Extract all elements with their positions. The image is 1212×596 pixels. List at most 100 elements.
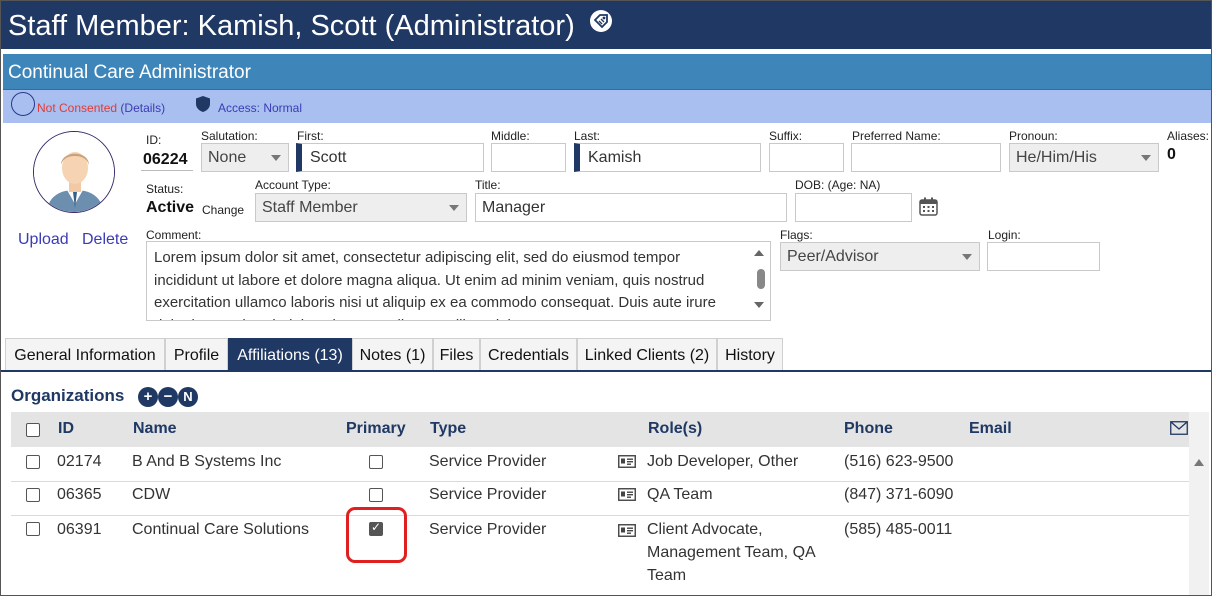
- tab-history[interactable]: History: [717, 338, 783, 370]
- tab-general-information[interactable]: General Information: [5, 338, 165, 370]
- chevron-down-icon: [449, 205, 459, 211]
- last-name-field[interactable]: Kamish: [574, 143, 761, 172]
- contact-card-icon[interactable]: [618, 455, 636, 468]
- tab-credentials[interactable]: Credentials: [480, 338, 577, 370]
- shield-icon: [195, 95, 211, 116]
- salutation-select[interactable]: None: [201, 143, 289, 172]
- role-subtitle: Continual Care Administrator: [8, 62, 251, 83]
- dob-field[interactable]: [795, 193, 912, 222]
- title-label: Title:: [475, 178, 501, 192]
- select-all-checkbox[interactable]: [26, 423, 40, 437]
- last-name-label: Last:: [574, 129, 601, 143]
- row-select-checkbox[interactable]: [26, 488, 40, 502]
- tab-notes[interactable]: Notes (1): [352, 338, 433, 370]
- column-phone[interactable]: Phone: [844, 420, 893, 438]
- middle-name-field[interactable]: [491, 143, 566, 172]
- page-title-bar: Staff Member: Kamish, Scott (Administrat…: [1, 1, 1211, 49]
- access-level-link[interactable]: Access: Normal: [218, 101, 302, 115]
- salutation-value: None: [208, 149, 247, 166]
- dob-label: DOB: (Age: NA): [795, 178, 881, 192]
- org-roles-line: Client Advocate,: [647, 521, 763, 538]
- staff-member-window: Staff Member: Kamish, Scott (Administrat…: [0, 0, 1212, 596]
- first-name-label: First:: [297, 129, 324, 143]
- mail-icon[interactable]: [1170, 421, 1188, 440]
- org-name[interactable]: B And B Systems Inc: [132, 453, 281, 471]
- column-name[interactable]: Name: [133, 420, 177, 438]
- column-primary[interactable]: Primary: [346, 420, 406, 438]
- suffix-label: Suffix:: [769, 129, 803, 143]
- org-type: Service Provider: [429, 486, 547, 503]
- change-status-link[interactable]: Change: [202, 203, 244, 217]
- id-label: ID:: [146, 133, 162, 147]
- column-roles[interactable]: Role(s): [648, 420, 702, 438]
- organizations-title: Organizations: [11, 386, 125, 405]
- add-organization-button[interactable]: +: [138, 387, 158, 407]
- comment-scrollbar[interactable]: [750, 242, 770, 320]
- preferred-name-label: Preferred Name:: [852, 129, 941, 143]
- consent-status-text: Not Consented: [37, 101, 118, 115]
- primary-checkbox-highlight: [346, 507, 407, 563]
- title-field[interactable]: Manager: [475, 193, 787, 222]
- preferred-name-field[interactable]: [851, 143, 1001, 172]
- table-row[interactable]: 02174 B And B Systems Inc Service Provid…: [11, 447, 1189, 482]
- role-subtitle-bar: Continual Care Administrator: [3, 54, 1211, 90]
- org-id: 06391: [57, 521, 102, 538]
- account-type-select[interactable]: Staff Member: [255, 193, 467, 222]
- chevron-down-icon: [962, 254, 972, 260]
- tab-linked-clients[interactable]: Linked Clients (2): [577, 338, 717, 370]
- consent-details-link[interactable]: (Details): [120, 101, 165, 115]
- calendar-icon[interactable]: [919, 197, 938, 221]
- tab-bar: General Information Profile Affiliations…: [1, 338, 1211, 372]
- contact-card-icon[interactable]: [618, 488, 636, 501]
- row-select-checkbox[interactable]: [26, 455, 40, 469]
- new-organization-button[interactable]: N: [178, 387, 198, 407]
- aliases-count[interactable]: 0: [1167, 146, 1176, 164]
- middle-name-label: Middle:: [491, 129, 530, 143]
- flags-value: Peer/Advisor: [787, 248, 879, 265]
- comment-label: Comment:: [146, 228, 202, 242]
- consent-status: Not Consented (Details): [37, 101, 165, 115]
- table-scrollbar[interactable]: [1189, 412, 1209, 595]
- account-type-label: Account Type:: [255, 178, 331, 192]
- first-name-field[interactable]: Scott: [296, 143, 484, 172]
- pronoun-select[interactable]: He/Him/His: [1009, 143, 1159, 172]
- remove-organization-button[interactable]: −: [158, 387, 178, 407]
- org-roles: Job Developer, Other: [647, 453, 799, 470]
- comment-text: Lorem ipsum dolor sit amet, consectetur …: [154, 249, 716, 320]
- status-value: Active: [146, 199, 195, 216]
- login-field[interactable]: [987, 242, 1100, 271]
- last-name-value: Kamish: [588, 149, 642, 166]
- primary-checkbox[interactable]: [369, 455, 383, 469]
- row-select-checkbox[interactable]: [26, 522, 40, 536]
- suffix-field[interactable]: [769, 143, 844, 172]
- column-type[interactable]: Type: [430, 420, 466, 438]
- flags-select[interactable]: Peer/Advisor: [780, 242, 980, 271]
- contact-card-icon[interactable]: [618, 524, 636, 537]
- org-phone: (585) 485-0011: [844, 521, 953, 538]
- org-roles-line: Management Team, QA: [647, 544, 816, 561]
- table-row[interactable]: 06391 Continual Care Solutions Service P…: [11, 516, 1189, 595]
- org-id: 02174: [57, 453, 102, 470]
- delete-photo-link[interactable]: Delete: [82, 231, 128, 249]
- tab-files[interactable]: Files: [433, 338, 480, 370]
- upload-photo-link[interactable]: Upload: [18, 231, 69, 249]
- org-roles-line: Team: [647, 567, 687, 584]
- org-name[interactable]: Continual Care Solutions: [132, 521, 309, 539]
- column-id[interactable]: ID: [58, 420, 74, 438]
- table-row[interactable]: 06365 CDW Service Provider QA Team (847)…: [11, 482, 1189, 516]
- tab-affiliations[interactable]: Affiliations (13): [228, 338, 352, 370]
- comment-textarea[interactable]: Lorem ipsum dolor sit amet, consectetur …: [146, 241, 771, 321]
- tag-icon[interactable]: [589, 1, 613, 49]
- pronoun-value: He/Him/His: [1016, 149, 1097, 166]
- org-phone: (516) 623-9500: [844, 453, 954, 470]
- chevron-down-icon: [1141, 155, 1151, 161]
- column-email[interactable]: Email: [969, 420, 1012, 438]
- id-value: 06224: [143, 151, 188, 168]
- org-name[interactable]: CDW: [132, 486, 170, 504]
- org-id: 06365: [57, 486, 102, 503]
- status-bar: Not Consented (Details) Access: Normal: [3, 90, 1211, 123]
- title-value: Manager: [482, 199, 546, 216]
- login-label: Login:: [988, 228, 1021, 242]
- tab-profile[interactable]: Profile: [165, 338, 228, 370]
- primary-checkbox[interactable]: [369, 488, 383, 502]
